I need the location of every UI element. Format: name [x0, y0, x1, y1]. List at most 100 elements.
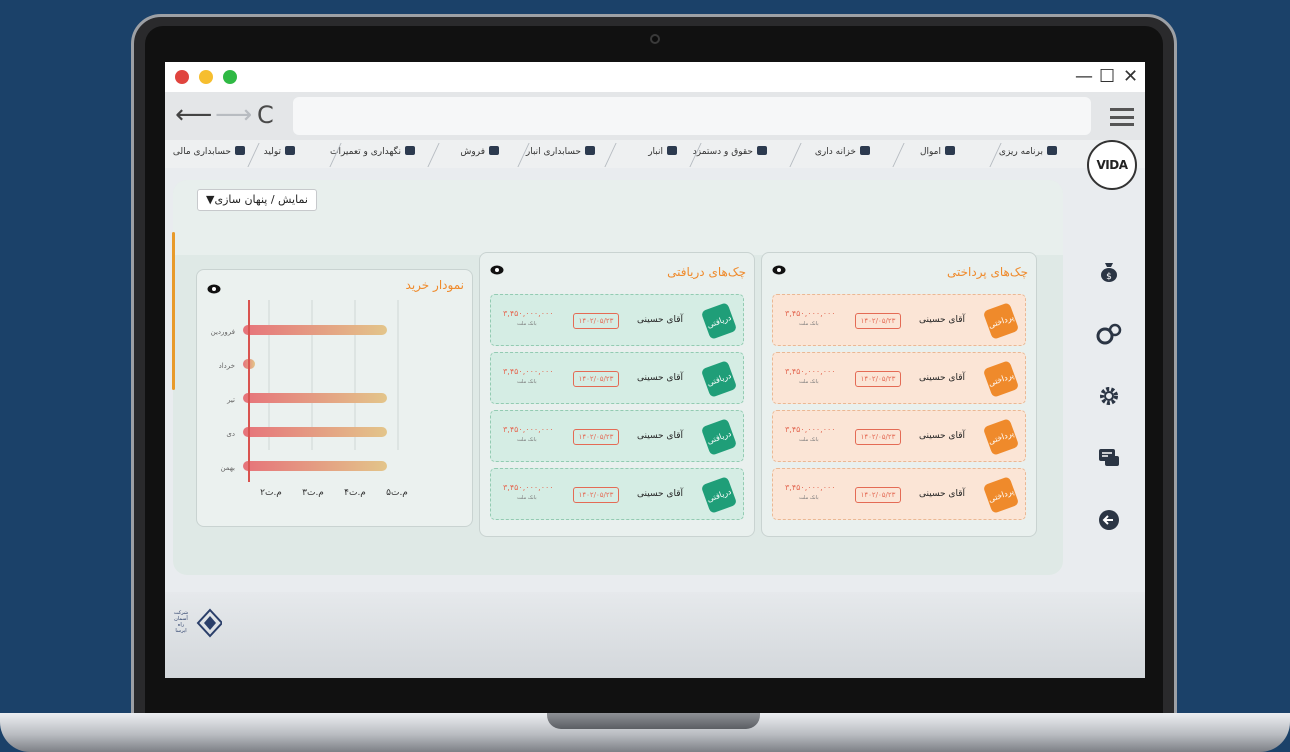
check-amount: ۳,۴۵۰,۰۰۰,۰۰۰ — [785, 309, 836, 318]
chart-x-tick-label: ۳م.ت — [302, 488, 324, 498]
check-row[interactable]: دریافتی آقای حسینی ۱۴۰۲/۰۵/۲۳ ۳,۴۵۰,۰۰۰,۰۰۰… — [490, 410, 744, 462]
check-date: ۱۴۰۲/۰۵/۲۳ — [855, 429, 901, 445]
check-amount: ۳,۴۵۰,۰۰۰,۰۰۰ — [503, 425, 554, 434]
minimize-icon[interactable]: — — [1075, 66, 1093, 87]
check-amount: ۳,۴۵۰,۰۰۰,۰۰۰ — [785, 425, 836, 434]
chart-bar[interactable] — [243, 427, 387, 437]
vida-logo: VIDA — [1087, 140, 1137, 190]
check-bank: بانک ملت — [799, 379, 819, 385]
browser-navbar: ⟵ ⟶ C — [165, 92, 1145, 140]
minimize-dot-button[interactable] — [199, 70, 213, 84]
chart-category-label: خرداد — [219, 362, 235, 370]
payment-checks-title: چک‌های پرداختی — [946, 265, 1028, 279]
check-row[interactable]: پرداختی آقای حسینی ۱۴۰۲/۰۵/۲۳ ۳,۴۵۰,۰۰۰,۰۰۰… — [772, 294, 1026, 346]
check-date: ۱۴۰۲/۰۵/۲۳ — [855, 371, 901, 387]
check-row[interactable]: پرداختی آقای حسینی ۱۴۰۲/۰۵/۲۳ ۳,۴۵۰,۰۰۰,۰۰۰… — [772, 410, 1026, 462]
forward-arrow-icon[interactable]: ⟶ — [215, 100, 252, 130]
close-dot-button[interactable] — [175, 70, 189, 84]
received-checks-title: چک‌های دریافتی — [667, 265, 746, 279]
check-row[interactable]: پرداختی آقای حسینی ۱۴۰۲/۰۵/۲۳ ۳,۴۵۰,۰۰۰,۰۰۰… — [772, 352, 1026, 404]
menu-item-assets[interactable]: اموال — [920, 146, 955, 157]
menu-separator — [789, 143, 802, 167]
tools-icon — [405, 146, 415, 155]
check-person-name: آقای حسینی — [637, 373, 683, 383]
chart-bar[interactable] — [243, 461, 387, 471]
money-bag-icon[interactable]: $ — [1095, 258, 1123, 286]
tag-icon — [285, 146, 295, 155]
bar-chart-icon — [489, 146, 499, 155]
check-bank: بانک ملت — [517, 437, 537, 443]
eye-icon[interactable] — [490, 263, 504, 279]
check-amount: ۳,۴۵۰,۰۰۰,۰۰۰ — [503, 309, 554, 318]
check-bank: بانک ملت — [799, 321, 819, 327]
check-date: ۱۴۰۲/۰۵/۲۳ — [573, 429, 619, 445]
people-icon — [757, 146, 767, 155]
menu-item-warehouse[interactable]: انبار — [648, 146, 677, 157]
chart-x-tick-label: ۲م.ت — [260, 488, 282, 498]
eye-icon[interactable] — [772, 263, 786, 279]
check-bank: بانک ملت — [517, 495, 537, 501]
module-menubar: برنامه ریزی اموال خزانه داری حقوق و دستم… — [165, 140, 1145, 168]
coins-gear-icon[interactable] — [1095, 320, 1123, 348]
check-type-badge: پرداختی — [982, 360, 1020, 398]
people-icon — [585, 146, 595, 155]
menu-item-financial-accounting[interactable]: حسابداری مالی — [173, 146, 245, 157]
check-row[interactable]: دریافتی آقای حسینی ۱۴۰۲/۰۵/۲۳ ۳,۴۵۰,۰۰۰,۰۰۰… — [490, 352, 744, 404]
laptop-notch — [547, 713, 760, 729]
check-date: ۱۴۰۲/۰۵/۲۳ — [855, 487, 901, 503]
check-person-name: آقای حسینی — [637, 315, 683, 325]
close-icon[interactable]: ✕ — [1123, 66, 1138, 87]
check-person-name: آقای حسینی — [637, 431, 683, 441]
show-hide-toggle-button[interactable]: نمایش / پنهان سازی▼ — [197, 189, 317, 211]
hamburger-menu-icon[interactable] — [1110, 108, 1134, 126]
menu-item-warehouse-accounting[interactable]: حسابداری انبار — [526, 146, 595, 157]
check-person-name: آقای حسینی — [919, 489, 965, 499]
people-icon — [667, 146, 677, 155]
check-row[interactable]: دریافتی آقای حسینی ۱۴۰۲/۰۵/۲۳ ۳,۴۵۰,۰۰۰,۰۰۰… — [490, 468, 744, 520]
menu-item-sales[interactable]: فروش — [460, 146, 499, 157]
reload-icon[interactable]: C — [257, 101, 274, 129]
chat-icon[interactable] — [1095, 444, 1123, 472]
exit-icon[interactable] — [1095, 506, 1123, 534]
check-row[interactable]: دریافتی آقای حسینی ۱۴۰۲/۰۵/۲۳ ۳,۴۵۰,۰۰۰,۰۰۰… — [490, 294, 744, 346]
menu-item-maintenance[interactable]: نگهداری و تعمیرات — [330, 146, 415, 157]
camera-icon — [650, 34, 660, 44]
check-person-name: آقای حسینی — [919, 315, 965, 325]
check-type-badge: دریافتی — [700, 360, 738, 398]
chart-x-tick-label: ۵م.ت — [386, 488, 408, 498]
chart-category-label: فروردین — [211, 328, 235, 336]
check-type-badge: دریافتی — [700, 476, 738, 514]
purchase-bar-chart: فروردین خرداد تیر دی بهمن ۵م.ت ۴م.ت ۳م.ت ۲م.ت — [211, 300, 408, 498]
check-person-name: آقای حسینی — [637, 489, 683, 499]
pie-chart-icon — [1047, 146, 1057, 155]
check-type-badge: دریافتی — [700, 302, 738, 340]
address-bar[interactable] — [293, 97, 1091, 135]
menu-item-planning[interactable]: برنامه ریزی — [999, 146, 1057, 157]
check-person-name: آقای حسینی — [919, 431, 965, 441]
chart-bar[interactable] — [243, 325, 387, 335]
menu-item-treasury[interactable]: خزانه داری — [815, 146, 870, 157]
check-amount: ۳,۴۵۰,۰۰۰,۰۰۰ — [785, 483, 836, 492]
check-date: ۱۴۰۲/۰۵/۲۳ — [855, 313, 901, 329]
check-amount: ۳,۴۵۰,۰۰۰,۰۰۰ — [503, 367, 554, 376]
screen: — ☐ ✕ ⟵ ⟶ C برنامه ریزی اموال خزانه داری… — [165, 62, 1145, 678]
menu-item-production[interactable]: تولید — [264, 146, 295, 157]
back-arrow-icon[interactable]: ⟵ — [175, 100, 212, 130]
maximize-icon[interactable]: ☐ — [1099, 66, 1115, 87]
screen-bottom — [165, 592, 1145, 678]
menu-item-payroll[interactable]: حقوق و دستمزد — [693, 146, 767, 157]
scroll-indicator[interactable] — [172, 232, 175, 390]
maximize-dot-button[interactable] — [223, 70, 237, 84]
menu-separator — [604, 143, 617, 167]
gear-icon[interactable] — [1095, 382, 1123, 410]
check-bank: بانک ملت — [799, 437, 819, 443]
menu-separator — [427, 143, 440, 167]
chart-bar[interactable] — [243, 393, 387, 403]
window-titlebar: — ☐ ✕ — [165, 62, 1145, 92]
check-amount: ۳,۴۵۰,۰۰۰,۰۰۰ — [503, 483, 554, 492]
check-row[interactable]: پرداختی آقای حسینی ۱۴۰۲/۰۵/۲۳ ۳,۴۵۰,۰۰۰,۰۰۰… — [772, 468, 1026, 520]
menu-separator — [892, 143, 905, 167]
check-type-badge: پرداختی — [982, 476, 1020, 514]
check-date: ۱۴۰۲/۰۵/۲۳ — [573, 313, 619, 329]
purchase-chart-panel: نمودار خرید فروردین خرداد تیر دی بهمن ۵م.ت ۴م.… — [196, 269, 473, 527]
